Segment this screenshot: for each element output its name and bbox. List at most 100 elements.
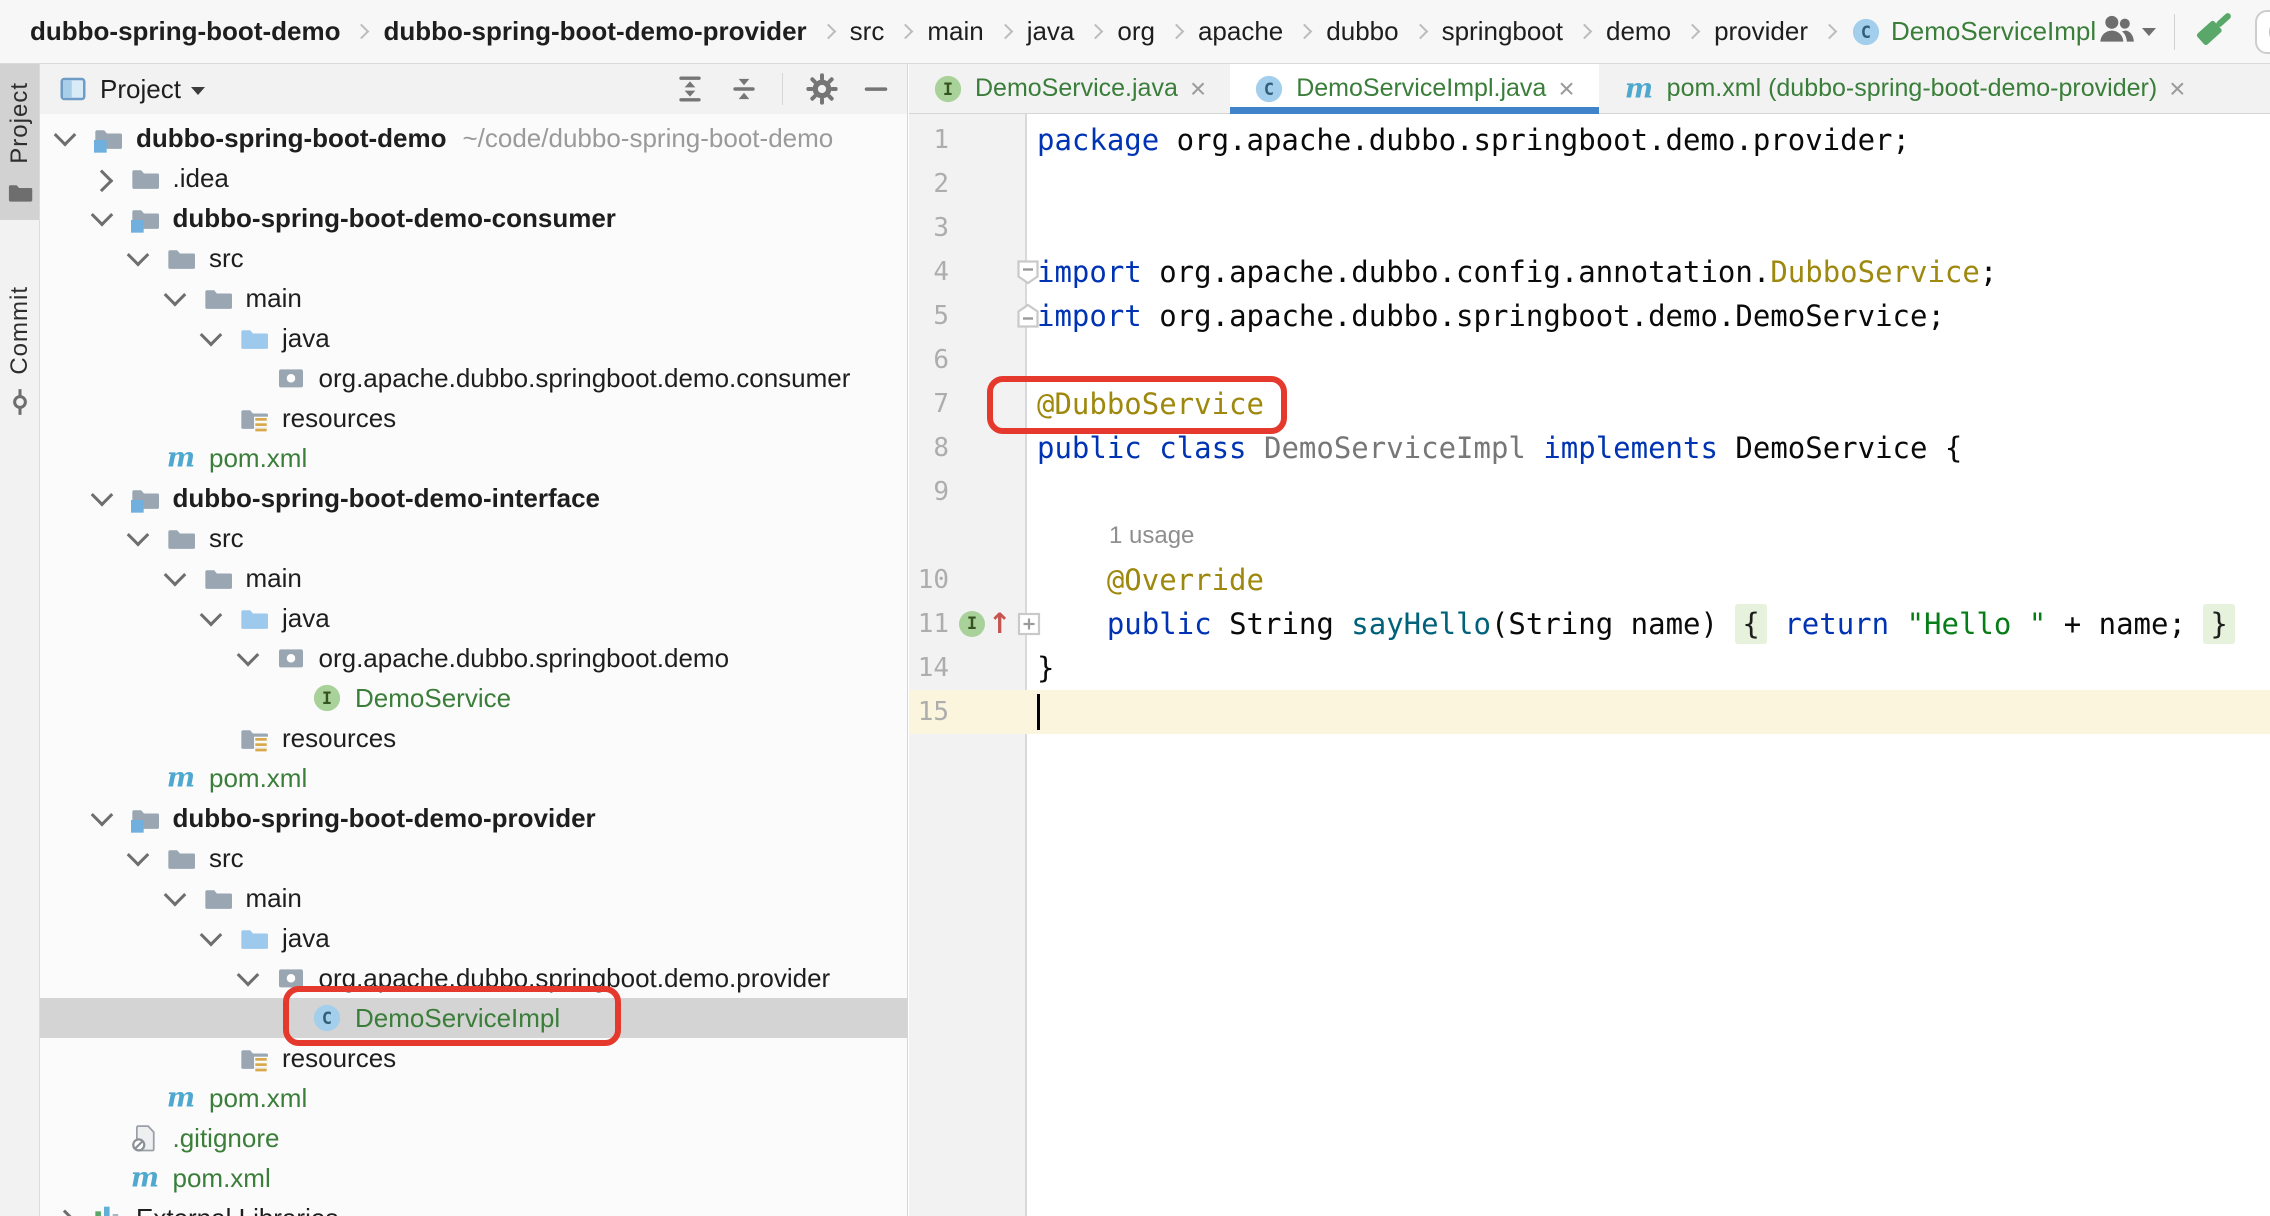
- chevron-down-icon[interactable]: [83, 483, 121, 507]
- settings-button[interactable]: [805, 72, 839, 106]
- tree-row-dubbo-spring-boot-demo-provider[interactable]: dubbo-spring-boot-demo-provider: [40, 798, 907, 838]
- code-editor[interactable]: 1 package org.apache.dubbo.springboot.dem…: [909, 114, 2270, 1216]
- chevron-down-icon[interactable]: [229, 643, 267, 667]
- tree-row-dubbo-spring-boot-demo-consumer[interactable]: dubbo-spring-boot-demo-consumer: [40, 198, 907, 238]
- project-panel-title[interactable]: Project: [100, 74, 181, 105]
- breadcrumb-item-dubbo[interactable]: dubbo: [1326, 16, 1398, 47]
- chevron-down-icon[interactable]: [229, 963, 267, 987]
- tree-row-dubbo-spring-boot-demo-interface[interactable]: dubbo-spring-boot-demo-interface: [40, 478, 907, 518]
- line-number[interactable]: 5: [909, 301, 949, 331]
- editor-tab-demoserviceimpl-java[interactable]: C DemoServiceImpl.java ×: [1230, 64, 1600, 114]
- expand-all-button[interactable]: [674, 73, 706, 105]
- chevron-down-icon[interactable]: [119, 523, 157, 547]
- tree-row-main[interactable]: main: [40, 878, 907, 918]
- collapse-all-button[interactable]: [728, 73, 760, 105]
- chevron-down-icon[interactable]: [119, 243, 157, 267]
- run-configuration-widget[interactable]: [2255, 9, 2270, 54]
- code-line-10[interactable]: 10 @Override: [909, 558, 2270, 602]
- tree-row-resources[interactable]: resources: [40, 1038, 907, 1078]
- tree-row-idea[interactable]: .idea: [40, 158, 907, 198]
- code-with-me-users-button[interactable]: [2096, 9, 2157, 54]
- tree-row-src[interactable]: src: [40, 518, 907, 558]
- fold-marker-bottom-icon[interactable]: [1015, 302, 1041, 330]
- fold-marker-top-icon[interactable]: [1015, 258, 1041, 286]
- breadcrumb-item-main[interactable]: main: [927, 16, 983, 47]
- chevron-down-icon[interactable]: [156, 563, 194, 587]
- line-number[interactable]: 7: [909, 389, 949, 419]
- line-number[interactable]: 2: [909, 169, 949, 199]
- tree-row-demoserviceimpl[interactable]: C DemoServiceImpl: [40, 998, 907, 1038]
- build-hammer-button[interactable]: [2193, 7, 2237, 56]
- chevron-down-icon[interactable]: [83, 203, 121, 227]
- breadcrumb-item-dubbo-spring-boot-demo[interactable]: dubbo-spring-boot-demo: [30, 16, 340, 47]
- tool-stripe-project[interactable]: Project: [0, 64, 39, 220]
- editor-tab-demoservice-java[interactable]: I DemoService.java ×: [909, 64, 1230, 113]
- tree-row-java[interactable]: java: [40, 318, 907, 358]
- fold-marker-plus-icon[interactable]: [1017, 612, 1041, 636]
- chevron-down-icon[interactable]: [156, 283, 194, 307]
- line-number[interactable]: 15: [909, 697, 949, 727]
- code-line-8[interactable]: 8 public class DemoServiceImpl implements…: [909, 426, 2270, 470]
- chevron-down-icon[interactable]: [192, 603, 230, 627]
- overrides-up-arrow-icon[interactable]: ↑: [988, 610, 1011, 638]
- chevron-down-icon[interactable]: [83, 803, 121, 827]
- breadcrumb-item-springboot[interactable]: springboot: [1442, 16, 1563, 47]
- chevron-down-icon[interactable]: [46, 123, 84, 147]
- line-number[interactable]: 10: [909, 565, 949, 595]
- breadcrumb-item-demoserviceimpl[interactable]: C DemoServiceImpl: [1851, 16, 2096, 47]
- code-line-4[interactable]: 4 import org.apache.dubbo.config.annotati…: [909, 250, 2270, 294]
- tree-row-pom-xml[interactable]: m pom.xml: [40, 1158, 907, 1198]
- hide-button[interactable]: [861, 74, 891, 104]
- breadcrumb-item-org[interactable]: org: [1117, 16, 1155, 47]
- code-line-15[interactable]: 15: [909, 690, 2270, 734]
- chevron-down-icon[interactable]: [192, 923, 230, 947]
- code-line-3[interactable]: 3: [909, 206, 2270, 250]
- tree-row-main[interactable]: main: [40, 278, 907, 318]
- tool-stripe-commit[interactable]: Commit: [0, 268, 39, 431]
- editor-tab-pom-xml[interactable]: m pom.xml (dubbo-spring-boot-demo-provide…: [1599, 64, 2210, 113]
- code-line-6[interactable]: 6: [909, 338, 2270, 382]
- line-number[interactable]: 14: [909, 653, 949, 683]
- tree-row-java[interactable]: java: [40, 918, 907, 958]
- code-line-inlay[interactable]: 1 usage: [909, 514, 2270, 558]
- implementing-method-icon[interactable]: I: [959, 611, 985, 637]
- close-icon[interactable]: ×: [2169, 74, 2185, 103]
- chevron-right-icon[interactable]: [83, 169, 121, 193]
- tree-row-dubbo-spring-boot-demo[interactable]: dubbo-spring-boot-demo ~/code/dubbo-sprin…: [40, 118, 907, 158]
- code-line-9[interactable]: 9: [909, 470, 2270, 514]
- line-number[interactable]: 11: [909, 609, 949, 639]
- breadcrumb-item-demo[interactable]: demo: [1606, 16, 1671, 47]
- code-line-11[interactable]: 11 I ↑ public String sayHello (String name)…: [909, 602, 2270, 646]
- chevron-down-icon[interactable]: [190, 86, 205, 95]
- breadcrumb-item-dubbo-spring-boot-demo-provider[interactable]: dubbo-spring-boot-demo-provider: [383, 16, 806, 47]
- code-line-1[interactable]: 1 package org.apache.dubbo.springboot.dem…: [909, 118, 2270, 162]
- tree-row-external-libraries[interactable]: External Libraries: [40, 1198, 907, 1216]
- tree-row-demoservice[interactable]: I DemoService: [40, 678, 907, 718]
- chevron-down-icon[interactable]: [192, 323, 230, 347]
- line-number[interactable]: 8: [909, 433, 949, 463]
- line-number[interactable]: 1: [909, 125, 949, 155]
- tree-row-src[interactable]: src: [40, 238, 907, 278]
- line-number[interactable]: 3: [909, 213, 949, 243]
- code-line-5[interactable]: 5 import org.apache.dubbo.springboot.demo…: [909, 294, 2270, 338]
- line-number[interactable]: 9: [909, 477, 949, 507]
- tree-row-gitignore[interactable]: .gitignore: [40, 1118, 907, 1158]
- chevron-down-icon[interactable]: [156, 883, 194, 907]
- tree-row-src[interactable]: src: [40, 838, 907, 878]
- tree-row-pom-xml[interactable]: m pom.xml: [40, 1078, 907, 1118]
- chevron-down-icon[interactable]: [119, 843, 157, 867]
- tree-row-org-apache-dubbo-springboot-demo-provider[interactable]: org.apache.dubbo.springboot.demo.provide…: [40, 958, 907, 998]
- breadcrumb-item-src[interactable]: src: [850, 16, 885, 47]
- chevron-right-icon[interactable]: [46, 1209, 84, 1216]
- close-icon[interactable]: ×: [1558, 74, 1574, 103]
- code-line-2[interactable]: 2: [909, 162, 2270, 206]
- code-line-14[interactable]: 14}: [909, 646, 2270, 690]
- line-number[interactable]: 6: [909, 345, 949, 375]
- tree-row-resources[interactable]: resources: [40, 718, 907, 758]
- tree-row-resources[interactable]: resources: [40, 398, 907, 438]
- code-line-7[interactable]: 7 @DubboService: [909, 382, 2270, 426]
- breadcrumb-item-provider[interactable]: provider: [1714, 16, 1808, 47]
- breadcrumb-item-apache[interactable]: apache: [1198, 16, 1283, 47]
- tree-row-org-apache-dubbo-springboot-demo[interactable]: org.apache.dubbo.springboot.demo: [40, 638, 907, 678]
- tree-row-pom-xml[interactable]: m pom.xml: [40, 438, 907, 478]
